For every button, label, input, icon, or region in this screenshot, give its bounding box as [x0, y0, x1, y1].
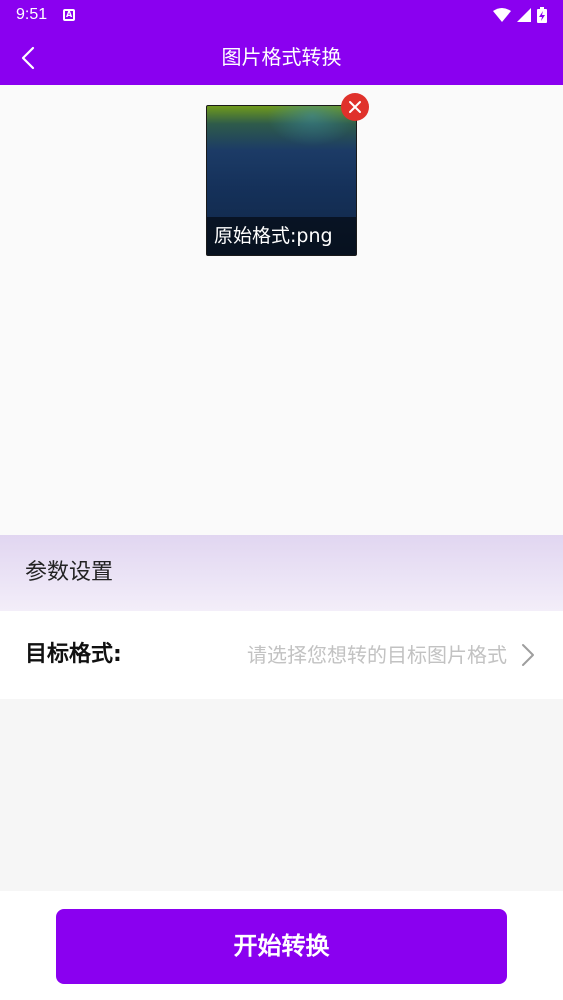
status-time: 9:51: [16, 6, 48, 23]
start-conversion-button[interactable]: 开始转换: [56, 909, 507, 984]
target-format-selector[interactable]: 目标格式: 请选择您想转的目标图片格式: [0, 611, 563, 699]
original-format-caption: 原始格式:png: [207, 217, 356, 255]
remove-image-button[interactable]: [341, 93, 369, 121]
chevron-right-icon: [522, 644, 534, 666]
parameter-settings-header: 参数设置: [0, 535, 563, 611]
image-upload-area: 原始格式:png: [0, 85, 563, 535]
status-bar: 9:51 A: [0, 0, 563, 30]
a-icon: A: [63, 9, 76, 21]
app-bar: 图片格式转换: [0, 30, 563, 85]
page-title: 图片格式转换: [221, 45, 342, 69]
wifi-icon: [493, 8, 511, 22]
target-format-label: 目标格式:: [25, 642, 122, 667]
status-icons: [493, 7, 547, 23]
empty-area: [0, 699, 563, 891]
signal-icon: [517, 8, 531, 22]
target-format-placeholder: 请选择您想转的目标图片格式: [247, 643, 507, 667]
battery-charging-icon: [537, 7, 547, 23]
close-icon: [349, 101, 361, 113]
image-thumbnail[interactable]: 原始格式:png: [206, 105, 357, 256]
section-title: 参数设置: [25, 560, 114, 585]
